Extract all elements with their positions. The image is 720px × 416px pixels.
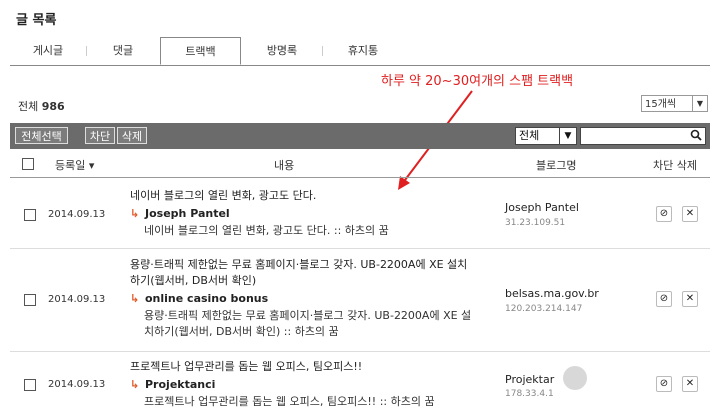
chevron-down-icon: ▼ — [692, 96, 707, 111]
row-title[interactable]: 용량·트래픽 제한없는 무료 홈페이지·블로그 갖자. UB-2200A에 XE… — [130, 257, 475, 289]
select-all-button[interactable]: 전체선택 — [15, 127, 68, 144]
tab-trackbacks[interactable]: 트랙백 — [160, 37, 241, 65]
row-blog-name: belsas.ma.gov.br — [505, 287, 599, 300]
row-blog-ip: 178.33.4.1 — [505, 389, 554, 399]
tab-bar: 게시글 댓글 트랙백 방명록 휴지통 — [10, 37, 710, 66]
annotation-label: 하루 약 20~30여개의 스팸 트랙백 — [381, 74, 574, 89]
row-date: 2014.09.13 — [48, 294, 106, 305]
delete-icon[interactable]: ✕ — [682, 206, 698, 222]
header-date[interactable]: 등록일 ▾ — [55, 157, 94, 173]
row-author[interactable]: Joseph Pantel — [145, 207, 230, 220]
page-title: 글 목록 — [16, 13, 57, 28]
per-page-value: 15개씩 — [645, 99, 677, 110]
row-author[interactable]: online casino bonus — [145, 292, 268, 305]
block-icon[interactable]: ⊘ — [656, 376, 672, 392]
row-excerpt: 용량·트래픽 제한없는 무료 홈페이지·블로그 갖자. UB-2200A에 XE… — [144, 309, 472, 338]
filter-select[interactable]: 전체 ▼ — [515, 127, 577, 145]
table-row: 2014.09.13 용량·트래픽 제한없는 무료 홈페이지·블로그 갖자. U… — [10, 249, 710, 352]
delete-button[interactable]: 삭제 — [117, 127, 147, 144]
reply-arrow-icon: ↳ — [130, 378, 140, 391]
chevron-down-icon: ▼ — [559, 128, 576, 144]
row-excerpt: 네이버 블로그의 열린 변화, 광고도 단다. :: 하츠의 꿈 — [144, 224, 389, 237]
header-content: 내용 — [274, 159, 295, 172]
tab-comments[interactable]: 댓글 — [87, 37, 159, 64]
row-date: 2014.09.13 — [48, 209, 106, 220]
table-header: 등록일 ▾ 내용 블로그명 차단 삭제 — [10, 150, 710, 178]
table-row: 2014.09.13 네이버 블로그의 열린 변화, 광고도 단다. ↳ Jos… — [10, 178, 710, 249]
delete-icon[interactable]: ✕ — [682, 376, 698, 392]
search-icon[interactable] — [690, 129, 702, 144]
table-row: 2014.09.13 프로젝트나 업무관리를 돕는 웹 오피스, 팀오피스!! … — [10, 352, 710, 416]
row-excerpt: 프로젝트나 업무관리를 돕는 웹 오피스, 팀오피스!! :: 하츠의 꿈 — [144, 395, 435, 408]
reply-arrow-icon: ↳ — [130, 207, 140, 220]
toolbar: 전체선택 차단 삭제 전체 ▼ — [10, 123, 710, 149]
row-author[interactable]: Projektanci — [145, 378, 215, 391]
total-count-value: 986 — [41, 100, 65, 113]
total-count: 전체 986 — [18, 100, 65, 113]
block-icon[interactable]: ⊘ — [656, 206, 672, 222]
row-blog-name: Joseph Pantel — [505, 201, 579, 214]
row-checkbox[interactable] — [24, 379, 36, 391]
row-checkbox[interactable] — [24, 294, 36, 306]
per-page-select[interactable]: 15개씩 ▼ — [641, 95, 708, 112]
avatar — [563, 366, 587, 390]
search-input[interactable] — [580, 127, 706, 145]
header-block-delete: 차단 삭제 — [653, 159, 697, 172]
delete-icon[interactable]: ✕ — [682, 291, 698, 307]
row-title[interactable]: 네이버 블로그의 열린 변화, 광고도 단다. — [130, 188, 475, 204]
select-all-checkbox[interactable] — [22, 158, 34, 170]
row-title[interactable]: 프로젝트나 업무관리를 돕는 웹 오피스, 팀오피스!! — [130, 359, 475, 375]
tab-trash[interactable]: 휴지통 — [323, 37, 403, 64]
block-button[interactable]: 차단 — [85, 127, 115, 144]
filter-value: 전체 — [519, 129, 540, 142]
tab-posts[interactable]: 게시글 — [10, 37, 86, 64]
row-date: 2014.09.13 — [48, 379, 106, 390]
tab-guestbook[interactable]: 방명록 — [242, 37, 322, 64]
row-blog-name: Projektar — [505, 373, 555, 386]
row-blog-ip: 120.203.214.147 — [505, 304, 583, 314]
row-blog-ip: 31.23.109.51 — [505, 218, 566, 228]
block-icon[interactable]: ⊘ — [656, 291, 672, 307]
header-blog: 블로그명 — [536, 159, 577, 172]
reply-arrow-icon: ↳ — [130, 292, 140, 305]
row-checkbox[interactable] — [24, 209, 36, 221]
